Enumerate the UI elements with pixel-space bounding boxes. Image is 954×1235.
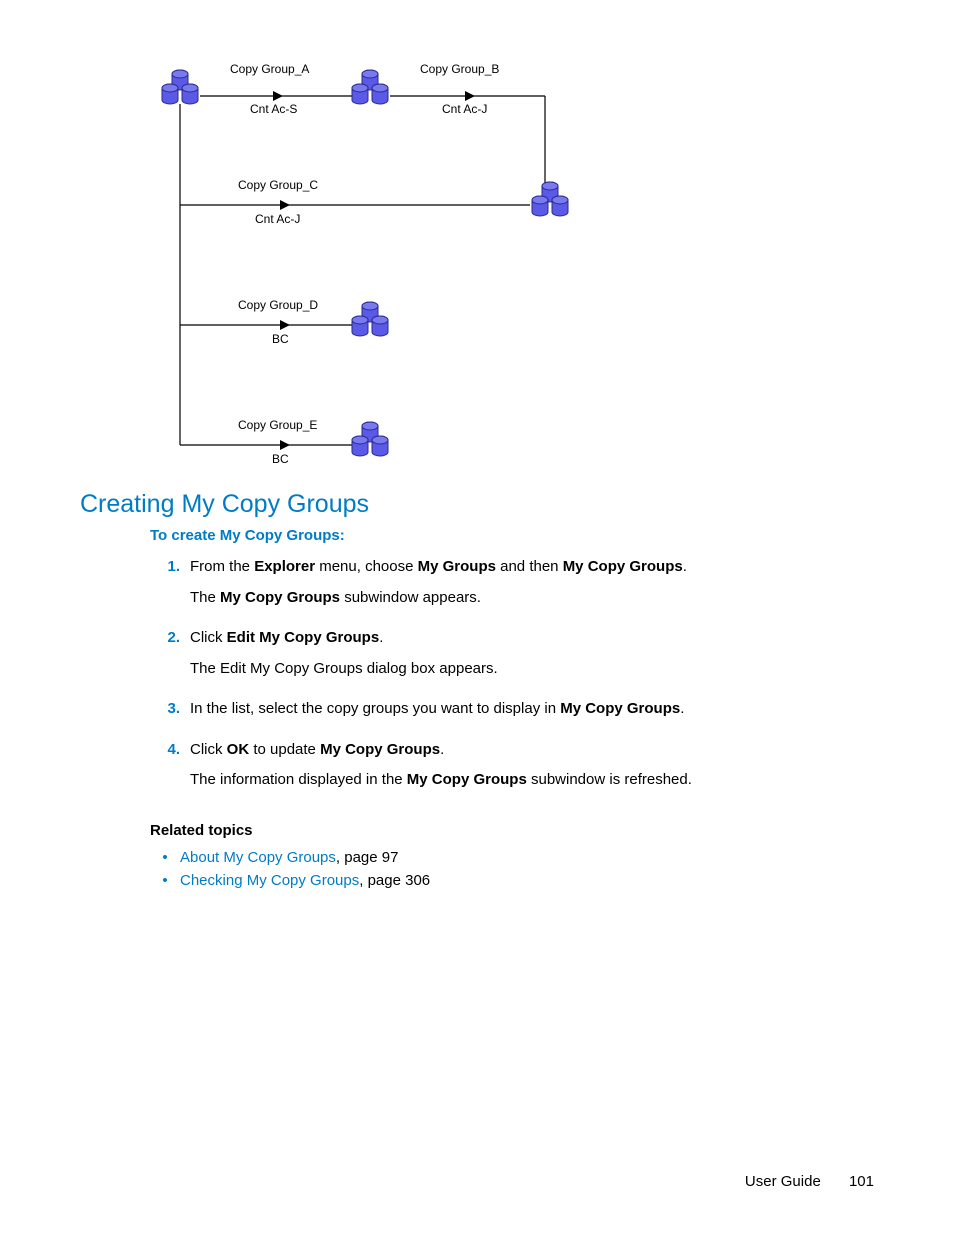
related-item: •About My Copy Groups, page 97 xyxy=(150,849,874,866)
step-number: 1. xyxy=(150,556,190,617)
label-cnt-ac-s: Cnt Ac-S xyxy=(250,102,297,116)
related-page-ref: , page 97 xyxy=(336,849,399,866)
label-copy-group-d: Copy Group_D xyxy=(238,298,318,312)
step-number: 3. xyxy=(150,698,190,729)
label-copy-group-a: Copy Group_A xyxy=(230,62,309,76)
step-body: Click Edit My Copy Groups. The Edit My Co… xyxy=(190,627,874,688)
related-item: •Checking My Copy Groups, page 306 xyxy=(150,872,874,889)
page-number: 101 xyxy=(849,1173,874,1190)
bullet-icon: • xyxy=(150,849,180,866)
label-bc-2: BC xyxy=(272,452,289,466)
related-page-ref: , page 306 xyxy=(359,872,430,889)
label-cnt-ac-j-1: Cnt Ac-J xyxy=(442,102,487,116)
label-bc-1: BC xyxy=(272,332,289,346)
step-line: From the Explorer menu, choose My Groups… xyxy=(190,556,874,579)
step-line: In the list, select the copy groups you … xyxy=(190,698,874,721)
section-heading: Creating My Copy Groups xyxy=(80,490,874,519)
step-body: From the Explorer menu, choose My Groups… xyxy=(190,556,874,617)
step-body: In the list, select the copy groups you … xyxy=(190,698,874,729)
steps-list: 1.From the Explorer menu, choose My Grou… xyxy=(150,556,874,800)
footer-label: User Guide xyxy=(745,1173,821,1190)
step-line: Click Edit My Copy Groups. xyxy=(190,627,874,650)
diagram-svg xyxy=(160,60,580,460)
related-link[interactable]: Checking My Copy Groups xyxy=(180,872,359,889)
label-copy-group-c: Copy Group_C xyxy=(238,178,318,192)
label-cnt-ac-j-2: Cnt Ac-J xyxy=(255,212,300,226)
page-footer: User Guide 101 xyxy=(745,1173,874,1190)
step-line: Click OK to update My Copy Groups. xyxy=(190,739,874,762)
related-link[interactable]: About My Copy Groups xyxy=(180,849,336,866)
copy-groups-diagram: Copy Group_A Copy Group_B Cnt Ac-S Cnt A… xyxy=(160,60,580,460)
step-body: Click OK to update My Copy Groups. The in… xyxy=(190,739,874,800)
label-copy-group-e: Copy Group_E xyxy=(238,418,317,432)
procedure-title: To create My Copy Groups: xyxy=(150,527,874,544)
step: 4.Click OK to update My Copy Groups. The … xyxy=(150,739,874,800)
step-line: The Edit My Copy Groups dialog box appea… xyxy=(190,658,874,681)
bullet-icon: • xyxy=(150,872,180,889)
step-number: 4. xyxy=(150,739,190,800)
step: 3.In the list, select the copy groups yo… xyxy=(150,698,874,729)
label-copy-group-b: Copy Group_B xyxy=(420,62,499,76)
step: 1.From the Explorer menu, choose My Grou… xyxy=(150,556,874,617)
related-topics-list: •About My Copy Groups, page 97•Checking … xyxy=(150,849,874,889)
step-line: The My Copy Groups subwindow appears. xyxy=(190,587,874,610)
step: 2.Click Edit My Copy Groups. The Edit My … xyxy=(150,627,874,688)
related-topics-heading: Related topics xyxy=(150,822,874,839)
step-line: The information displayed in the My Copy… xyxy=(190,769,874,792)
step-number: 2. xyxy=(150,627,190,688)
